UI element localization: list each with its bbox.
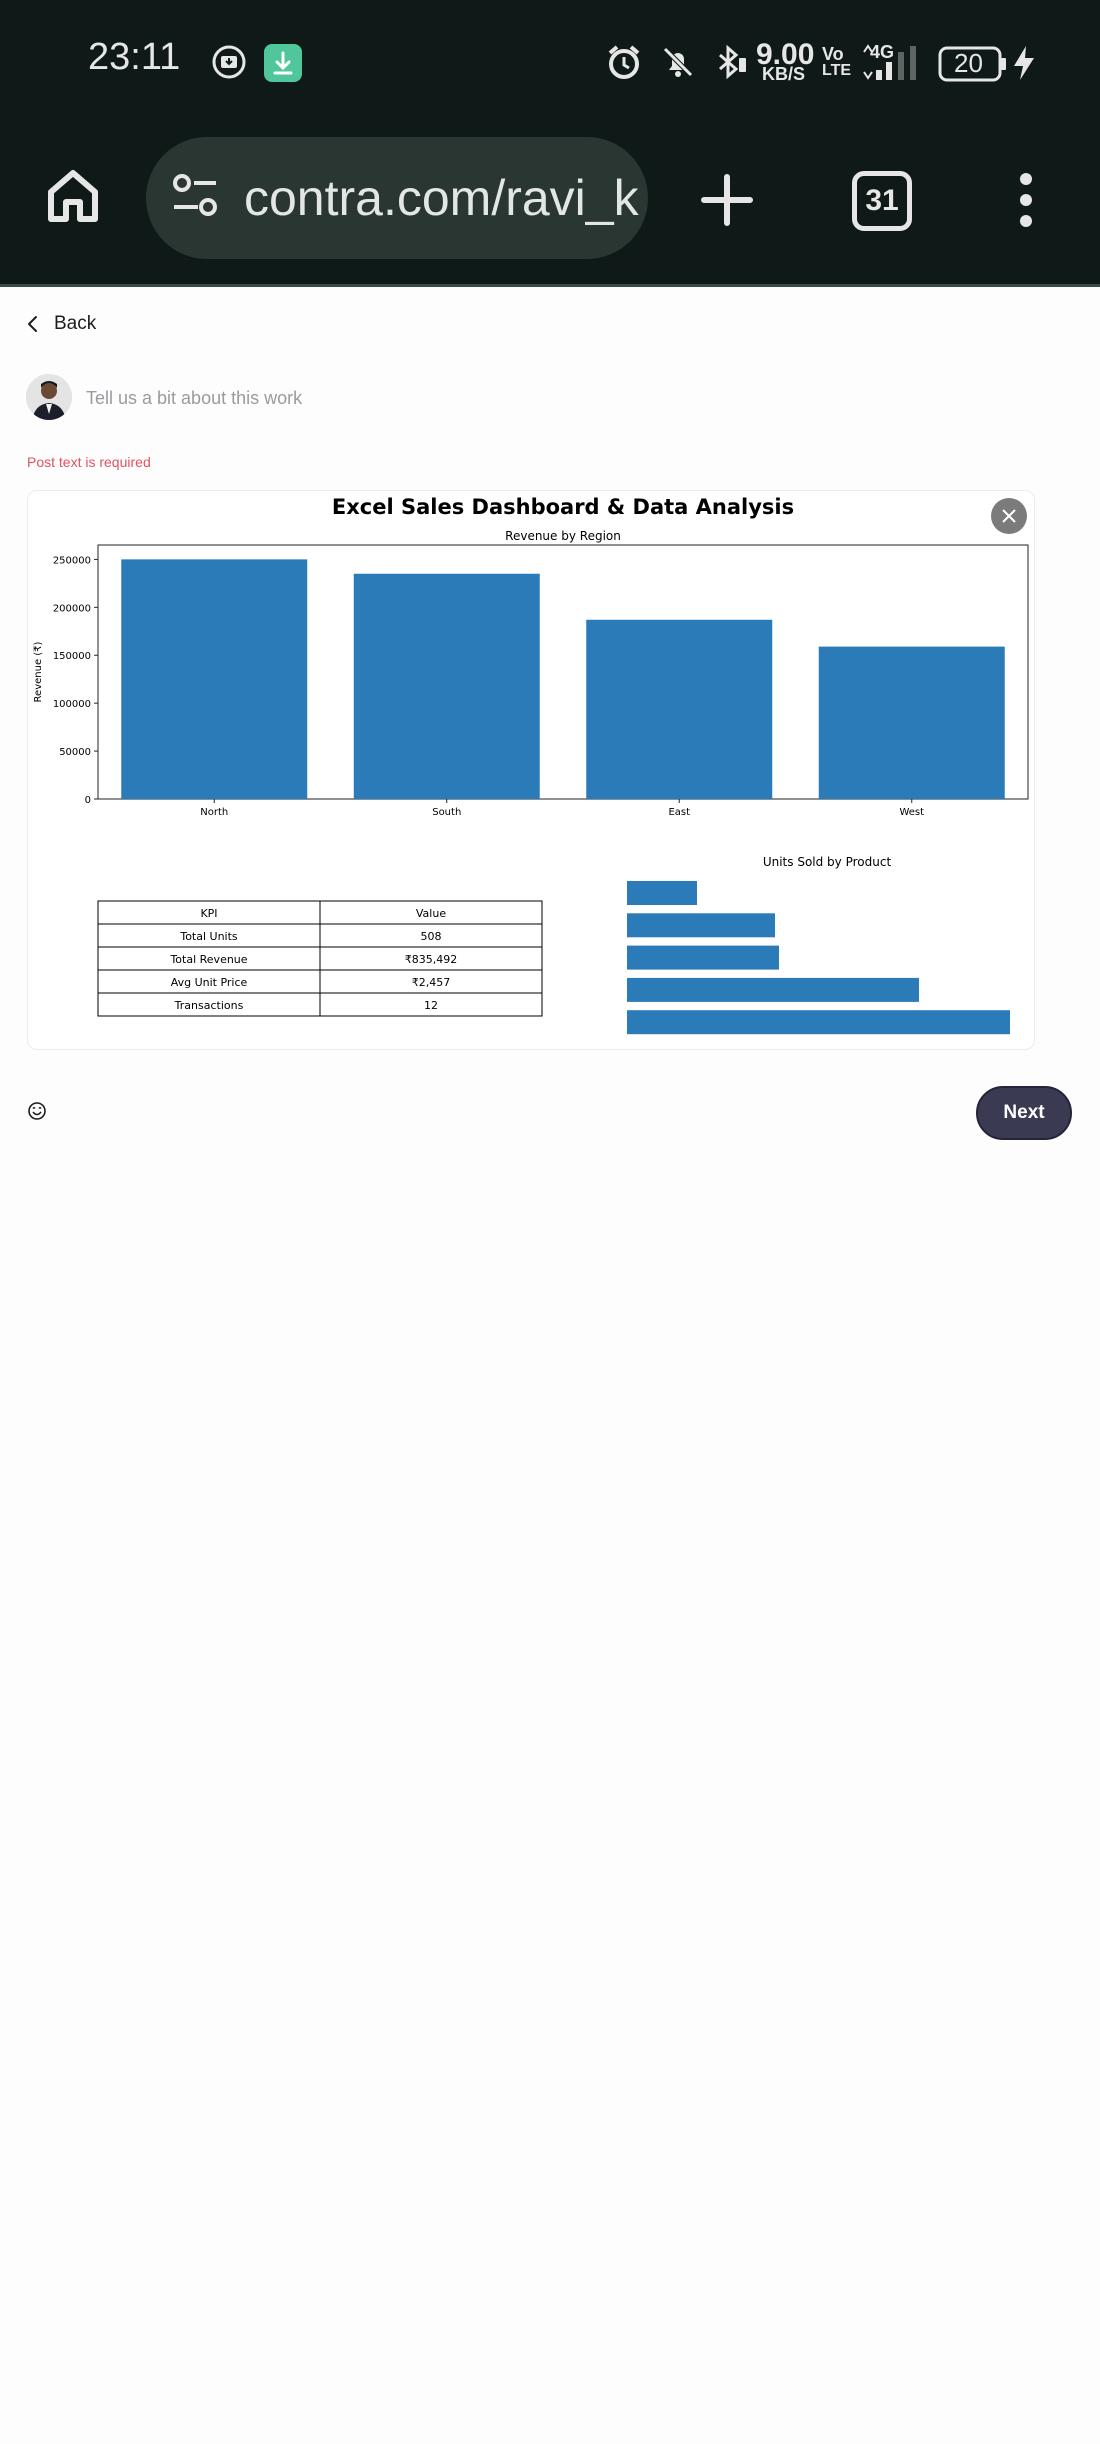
y-tick-label: 250000 (53, 555, 91, 566)
alarm-icon (608, 45, 640, 79)
x-tick-label: North (200, 807, 228, 818)
kpi-value: ₹835,492 (405, 953, 458, 966)
kpi-value: ₹2,457 (412, 976, 451, 989)
hbar (627, 977, 919, 1002)
status-time: 23:11 (88, 36, 181, 78)
x-tick-label: East (668, 807, 690, 818)
y-tick-label: 100000 (53, 699, 91, 710)
y-axis-label: Revenue (₹) (33, 641, 44, 702)
kpi-label: Transactions (174, 999, 244, 1012)
signal-icon (863, 44, 916, 80)
next-button[interactable]: Next (976, 1086, 1072, 1140)
network-speed-unit: KB/S (762, 64, 806, 84)
post-text-input[interactable] (84, 380, 988, 416)
status-bar: 23:11 9.00 KB/S Vo LTE 4G 20 (0, 0, 1100, 128)
url-text[interactable]: contra.com/ravi_k (244, 169, 639, 227)
kpi-label: Avg Unit Price (171, 976, 248, 989)
y-tick-label: 200000 (53, 603, 91, 614)
battery-level: 20 (954, 48, 983, 78)
kpi-label: Total Units (179, 930, 238, 943)
x-tick-label: South (432, 807, 461, 818)
hbar (627, 881, 697, 905)
y-tick-label: 150000 (53, 651, 91, 662)
charging-bolt-icon (1014, 46, 1034, 80)
address-bar[interactable]: contra.com/ravi_k (146, 137, 648, 259)
y-tick-label: 0 (85, 795, 91, 806)
bar-chart-title: Revenue by Region (505, 529, 621, 543)
kpi-value: 508 (421, 930, 442, 943)
dashboard-image: Excel Sales Dashboard & Data Analysis Rev… (33, 495, 1029, 1035)
site-settings-icon[interactable] (172, 173, 218, 219)
bar-north (121, 559, 308, 799)
toolbar-divider (0, 284, 1100, 287)
hbar (627, 945, 779, 970)
bell-muted-icon (663, 47, 693, 77)
chevron-left-icon (28, 316, 37, 332)
bar-west (818, 646, 1005, 799)
dashboard-title: Excel Sales Dashboard & Data Analysis (332, 495, 794, 519)
download-app-icon (264, 44, 302, 82)
emoji-icon[interactable] (26, 1100, 48, 1122)
media-card: Excel Sales Dashboard & Data Analysis Rev… (27, 490, 1035, 1050)
volte-bottom: LTE (822, 62, 852, 79)
kebab-menu-icon[interactable] (1014, 172, 1038, 228)
back-label: Back (54, 313, 97, 334)
remove-media-button[interactable] (991, 498, 1027, 534)
kpi-label: Total Revenue (169, 953, 247, 966)
error-message: Post text is required (27, 454, 151, 470)
close-icon (1002, 509, 1016, 523)
kpi-header: KPI (200, 907, 217, 920)
hbar-chart-title: Units Sold by Product (763, 855, 892, 869)
y-tick-label: 50000 (59, 747, 91, 758)
kpi-header: Value (416, 907, 446, 920)
hbar (627, 1010, 1010, 1035)
x-tick-label: West (899, 807, 924, 818)
home-icon[interactable] (46, 168, 100, 224)
kpi-value: 12 (424, 999, 438, 1012)
tab-switcher-button[interactable]: 31 (852, 171, 912, 231)
bluetooth-icon (719, 44, 746, 80)
back-button[interactable]: Back (26, 306, 96, 342)
screen-record-icon (212, 45, 246, 79)
avatar (26, 374, 72, 420)
new-tab-plus-icon[interactable] (700, 173, 754, 227)
hbar (627, 913, 775, 938)
bar-east (586, 619, 773, 799)
bar-south (353, 573, 540, 799)
browser-toolbar: contra.com/ravi_k 31 (0, 128, 1100, 284)
